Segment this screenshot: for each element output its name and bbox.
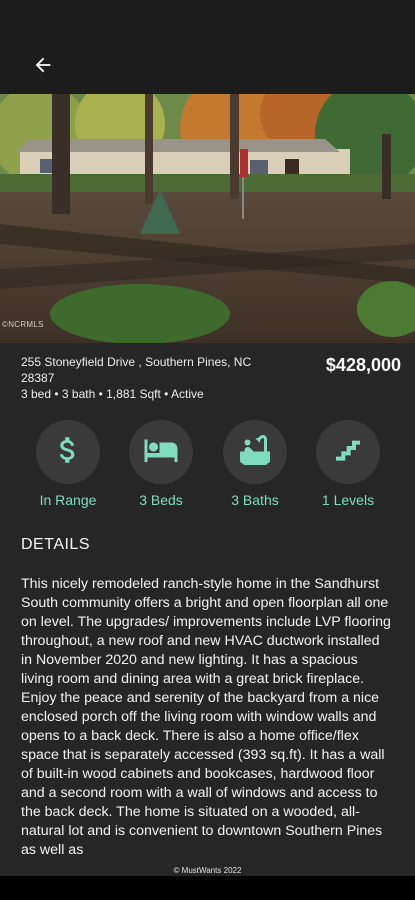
stat-circle: [316, 420, 380, 484]
stat-levels[interactable]: 1 Levels: [298, 420, 398, 508]
arrow-left-icon: [32, 54, 54, 81]
system-nav-bar: [0, 876, 415, 900]
stat-label: 3 Baths: [231, 492, 279, 508]
stat-label: In Range: [39, 492, 97, 508]
zip-line: 28387: [21, 371, 55, 385]
details-heading: DETAILS: [21, 536, 90, 553]
stats-row: In Range 3 Beds 3 Baths 1 Levels: [0, 420, 415, 510]
listing-facts: 3 bed • 3 bath • 1,881 Sqft • Active: [21, 387, 204, 401]
stat-baths[interactable]: 3 Baths: [205, 420, 305, 508]
stat-price-range[interactable]: In Range: [18, 420, 118, 508]
details-description: This nicely remodeled ranch-style home i…: [21, 576, 391, 858]
bed-icon: [143, 432, 179, 473]
stat-circle: [223, 420, 287, 484]
stat-label: 3 Beds: [139, 492, 183, 508]
status-bar: [0, 0, 415, 36]
stat-beds[interactable]: 3 Beds: [111, 420, 211, 508]
stat-circle: [129, 420, 193, 484]
stat-circle: [36, 420, 100, 484]
stairs-icon: [332, 434, 364, 471]
bathtub-icon: [237, 432, 273, 473]
back-button[interactable]: [26, 50, 60, 84]
photo-watermark: ©NCRMLS: [2, 320, 44, 329]
address-line: 255 Stoneyfield Drive , Southern Pines, …: [21, 355, 252, 369]
copyright-text: © MustWants 2022: [173, 866, 242, 875]
dollar-icon: [51, 433, 85, 472]
listing-photo[interactable]: ©NCRMLS: [0, 94, 415, 343]
app-bar: [0, 36, 415, 94]
house-photo-image: [0, 94, 415, 343]
listing-price: $428,000: [325, 355, 401, 375]
stat-label: 1 Levels: [321, 492, 375, 508]
listing-summary: 255 Stoneyfield Drive , Southern Pines, …: [21, 354, 301, 402]
